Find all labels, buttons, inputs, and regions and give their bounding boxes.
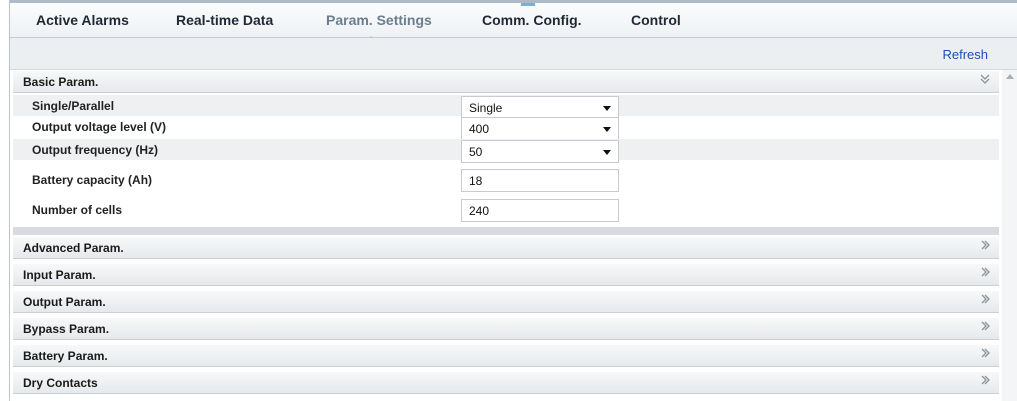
dropdown-arrow-icon	[603, 127, 611, 132]
section-label: Battery Param.	[23, 349, 108, 363]
chevrons-right-icon[interactable]	[979, 292, 991, 309]
param-row-output-frequency: Output frequency (Hz) 50	[13, 139, 999, 163]
toolbar: Refresh	[10, 38, 1017, 70]
select-value: 50	[469, 145, 483, 159]
param-row-single-parallel: Single/Parallel Single	[13, 95, 999, 119]
param-label: Number of cells	[32, 203, 123, 217]
field-value: 240	[469, 204, 490, 218]
app-frame: Active Alarms Real-time Data Param. Sett…	[9, 0, 1017, 401]
param-label: Output frequency (Hz)	[32, 143, 158, 157]
chevrons-right-icon[interactable]	[979, 373, 991, 390]
section-dry-contacts[interactable]: Dry Contacts	[13, 371, 999, 394]
scroll-up-arrow-icon[interactable]	[1006, 74, 1014, 79]
select-value: 400	[469, 122, 490, 136]
section-battery-param[interactable]: Battery Param.	[13, 344, 999, 367]
chevrons-down-icon[interactable]	[979, 72, 991, 89]
section-label: Output Param.	[23, 295, 106, 309]
tab-active-alarms[interactable]: Active Alarms	[36, 12, 129, 28]
param-row-number-of-cells: Number of cells 240	[13, 199, 999, 222]
refresh-link[interactable]: Refresh	[942, 47, 988, 62]
tab-control[interactable]: Control	[631, 12, 681, 28]
battery-capacity-field[interactable]: 18	[461, 169, 619, 192]
chevrons-right-icon[interactable]	[979, 265, 991, 282]
chevrons-right-icon[interactable]	[979, 319, 991, 336]
field-value: 18	[469, 174, 483, 188]
param-label: Battery capacity (Ah)	[32, 173, 153, 187]
section-input-param[interactable]: Input Param.	[13, 263, 999, 286]
section-advanced-param[interactable]: Advanced Param.	[13, 236, 999, 259]
dropdown-arrow-icon	[603, 150, 611, 155]
section-label: Input Param.	[23, 268, 96, 282]
basic-param-body: Single/Parallel Single Output voltage le…	[13, 95, 999, 231]
param-label: Single/Parallel	[32, 99, 115, 113]
vertical-scrollbar[interactable]	[1002, 70, 1017, 401]
output-frequency-select[interactable]: 50	[461, 140, 619, 163]
section-label: Bypass Param.	[23, 322, 110, 336]
section-output-param[interactable]: Output Param.	[13, 290, 999, 313]
param-row-battery-capacity: Battery capacity (Ah) 18	[13, 169, 999, 192]
select-value: Single	[469, 101, 503, 115]
section-label: Advanced Param.	[23, 241, 124, 255]
section-bypass-param[interactable]: Bypass Param.	[13, 317, 999, 340]
param-label: Output voltage level (V)	[32, 120, 167, 134]
section-basic-param[interactable]: Basic Param.	[13, 70, 999, 93]
number-of-cells-field[interactable]: 240	[461, 199, 619, 222]
chevrons-right-icon[interactable]	[979, 238, 991, 255]
section-label: Dry Contacts	[23, 376, 98, 390]
dropdown-arrow-icon	[603, 106, 611, 111]
output-voltage-select[interactable]: 400	[461, 117, 619, 140]
tab-comm-config[interactable]: Comm. Config.	[482, 12, 582, 28]
chevrons-right-icon[interactable]	[979, 346, 991, 363]
tab-param-settings[interactable]: Param. Settings	[326, 12, 432, 28]
tab-indicator-marker	[521, 3, 535, 6]
tab-real-time-data[interactable]: Real-time Data	[176, 12, 273, 28]
section-divider	[13, 227, 999, 235]
section-label: Basic Param.	[23, 75, 99, 89]
param-row-output-voltage: Output voltage level (V) 400	[13, 116, 999, 140]
tab-bar: Active Alarms Real-time Data Param. Sett…	[10, 0, 1017, 42]
